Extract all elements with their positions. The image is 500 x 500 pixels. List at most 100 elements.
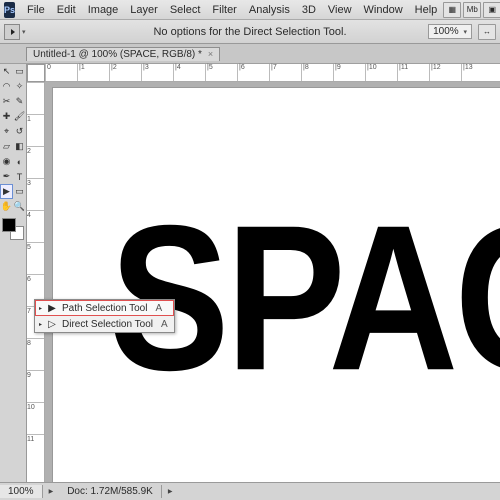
status-doc-size[interactable]: Doc: 1.72M/585.9K bbox=[59, 485, 162, 498]
spot-heal-tool[interactable]: ✚ bbox=[0, 109, 13, 124]
tray-screen-mode-icon[interactable]: ▦ bbox=[443, 2, 461, 18]
brush-tool[interactable]: 🖌 bbox=[13, 109, 26, 124]
ruler-tick: |9 bbox=[333, 64, 365, 81]
ruler-tick bbox=[27, 82, 44, 114]
color-swatches[interactable] bbox=[2, 218, 24, 240]
work-area: ↖▭◠✧✂✎✚🖌⌖↺▱◧◉◐✒T▶▭✋🔍 0|1|2|3|4|5|6|7|8|9… bbox=[0, 64, 500, 482]
path-sel-tool[interactable]: ▶ bbox=[0, 184, 13, 199]
ruler-tick: |12 bbox=[429, 64, 461, 81]
zoom-level-value: 100% bbox=[433, 26, 459, 37]
direct-selection-icon: ▷ bbox=[46, 318, 58, 330]
crop-tool[interactable]: ✂ bbox=[0, 94, 13, 109]
path-selection-icon: ▶ bbox=[46, 302, 58, 314]
menu-edit[interactable]: Edit bbox=[51, 2, 82, 18]
foreground-color-swatch[interactable] bbox=[2, 218, 16, 232]
flyout-marker-icon: ▸ bbox=[39, 321, 42, 328]
options-hand-icon[interactable]: ↔ bbox=[478, 24, 496, 40]
menu-help[interactable]: Help bbox=[409, 2, 444, 18]
status-zoom[interactable]: 100% bbox=[0, 485, 43, 498]
status-zoom-caret-icon[interactable]: ▶ bbox=[43, 488, 60, 495]
options-bar-message: No options for the Direct Selection Tool… bbox=[153, 26, 346, 38]
ruler-tick: |8 bbox=[301, 64, 333, 81]
ruler-tick: 1 bbox=[27, 114, 44, 146]
ruler-tick: |7 bbox=[269, 64, 301, 81]
ruler-tick: |13 bbox=[461, 64, 493, 81]
flyout-item-label: Direct Selection Tool bbox=[62, 319, 153, 330]
direct-selection-tool-icon[interactable] bbox=[4, 24, 20, 40]
canvas[interactable]: SPACE bbox=[53, 88, 500, 482]
ruler-origin[interactable] bbox=[27, 64, 45, 82]
menu-file[interactable]: File bbox=[21, 2, 51, 18]
tool-preset-caret-icon[interactable]: ▾ bbox=[22, 28, 26, 36]
zoom-level-caret-icon[interactable]: ▾ bbox=[463, 29, 467, 36]
gradient-tool[interactable]: ◧ bbox=[13, 139, 26, 154]
path-selection-tool-flyout: ▸ ▶ Path Selection Tool A ▸ ▷ Direct Selection… bbox=[34, 299, 175, 333]
flyout-marker-icon: ▸ bbox=[39, 305, 42, 312]
type-tool[interactable]: T bbox=[13, 169, 26, 184]
flyout-item-shortcut: A bbox=[155, 303, 162, 314]
menu-analysis[interactable]: Analysis bbox=[243, 2, 296, 18]
blur-tool[interactable]: ◉ bbox=[0, 154, 13, 169]
move-tool[interactable]: ↖ bbox=[0, 64, 13, 79]
tray-arrange-icon[interactable]: ▣ bbox=[483, 2, 500, 18]
marquee-tool[interactable]: ▭ bbox=[13, 64, 26, 79]
menubar-tray: ▦ Mb ▣ ▤ bbox=[443, 2, 500, 18]
ruler-tick: |11 bbox=[397, 64, 429, 81]
app-logo: Ps bbox=[4, 2, 15, 18]
status-bar: 100% ▶ Doc: 1.72M/585.9K ▶ bbox=[0, 482, 500, 500]
ruler-tick: 2 bbox=[27, 146, 44, 178]
document-tab-close-icon[interactable]: × bbox=[208, 49, 213, 59]
ruler-tick: 10 bbox=[27, 402, 44, 434]
canvas-text-layer: SPACE bbox=[110, 179, 500, 417]
flyout-item-direct-selection-tool[interactable]: ▸ ▷ Direct Selection Tool A bbox=[35, 316, 174, 332]
toolbox: ↖▭◠✧✂✎✚🖌⌖↺▱◧◉◐✒T▶▭✋🔍 bbox=[0, 64, 27, 482]
rectangle-tool[interactable]: ▭ bbox=[13, 184, 26, 199]
zoom-tool[interactable]: 🔍 bbox=[13, 199, 26, 214]
ruler-tick: 9 bbox=[27, 370, 44, 402]
menubar: Ps File Edit Image Layer Select Filter A… bbox=[0, 0, 500, 20]
menu-3d[interactable]: 3D bbox=[296, 2, 322, 18]
ruler-tick: |2 bbox=[109, 64, 141, 81]
ruler-tick: |6 bbox=[237, 64, 269, 81]
history-brush-tool[interactable]: ↺ bbox=[13, 124, 26, 139]
eyedropper-tool[interactable]: ✎ bbox=[13, 94, 26, 109]
document-tab[interactable]: Untitled-1 @ 100% (SPACE, RGB/8) * × bbox=[26, 47, 220, 61]
ruler-tick: 8 bbox=[27, 338, 44, 370]
menu-items: File Edit Image Layer Select Filter Anal… bbox=[21, 2, 443, 18]
lasso-tool[interactable]: ◠ bbox=[0, 79, 13, 94]
dodge-tool[interactable]: ◐ bbox=[13, 154, 26, 169]
ruler-horizontal[interactable]: 0|1|2|3|4|5|6|7|8|9|10|11|12|13 bbox=[45, 64, 500, 82]
ruler-tick: |3 bbox=[141, 64, 173, 81]
ruler-vertical[interactable]: 1234567891011 bbox=[27, 82, 45, 482]
quick-select-tool[interactable]: ✧ bbox=[13, 79, 26, 94]
clone-tool[interactable]: ⌖ bbox=[0, 124, 13, 139]
flyout-item-path-selection-tool[interactable]: ▸ ▶ Path Selection Tool A bbox=[35, 300, 174, 316]
document-tab-row: Untitled-1 @ 100% (SPACE, RGB/8) * × bbox=[0, 44, 500, 64]
ruler-tick: 11 bbox=[27, 434, 44, 466]
status-doc-caret-icon[interactable]: ▶ bbox=[162, 488, 179, 495]
ruler-tick: |1 bbox=[77, 64, 109, 81]
zoom-level-field[interactable]: 100% ▾ bbox=[428, 24, 472, 39]
ruler-tick: 5 bbox=[27, 242, 44, 274]
menu-image[interactable]: Image bbox=[82, 2, 125, 18]
menu-select[interactable]: Select bbox=[164, 2, 207, 18]
menu-window[interactable]: Window bbox=[358, 2, 409, 18]
document-tab-title: Untitled-1 @ 100% (SPACE, RGB/8) * bbox=[33, 49, 202, 60]
menu-filter[interactable]: Filter bbox=[206, 2, 242, 18]
ruler-tick: |10 bbox=[365, 64, 397, 81]
ruler-tick: 4 bbox=[27, 210, 44, 242]
flyout-item-label: Path Selection Tool bbox=[62, 303, 147, 314]
menu-layer[interactable]: Layer bbox=[124, 2, 164, 18]
ruler-tick: |5 bbox=[205, 64, 237, 81]
ruler-tick: |4 bbox=[173, 64, 205, 81]
pen-tool[interactable]: ✒ bbox=[0, 169, 13, 184]
options-bar: ▾ No options for the Direct Selection To… bbox=[0, 20, 500, 44]
ruler-tick: 3 bbox=[27, 178, 44, 210]
tray-mb-icon[interactable]: Mb bbox=[463, 2, 481, 18]
canvas-viewport[interactable]: SPACE bbox=[45, 82, 500, 482]
hand-tool[interactable]: ✋ bbox=[0, 199, 13, 214]
flyout-item-shortcut: A bbox=[161, 319, 168, 330]
eraser-tool[interactable]: ▱ bbox=[0, 139, 13, 154]
menu-view[interactable]: View bbox=[322, 2, 358, 18]
options-bar-right: 100% ▾ ↔ bbox=[428, 24, 496, 40]
